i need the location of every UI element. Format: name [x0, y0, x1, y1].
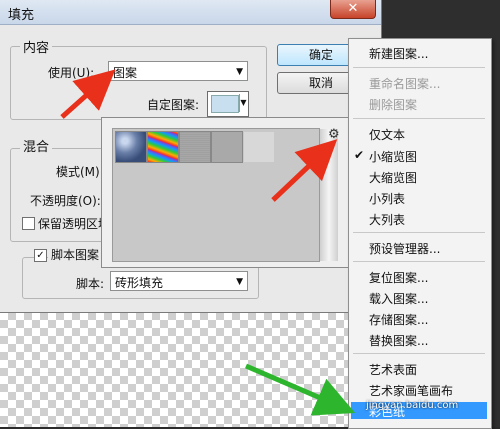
red-arrow-to-gear	[271, 139, 338, 202]
red-arrow-to-use-select	[60, 69, 116, 119]
annotation-arrows	[60, 69, 356, 416]
green-arrow-to-color-paper	[245, 363, 356, 416]
